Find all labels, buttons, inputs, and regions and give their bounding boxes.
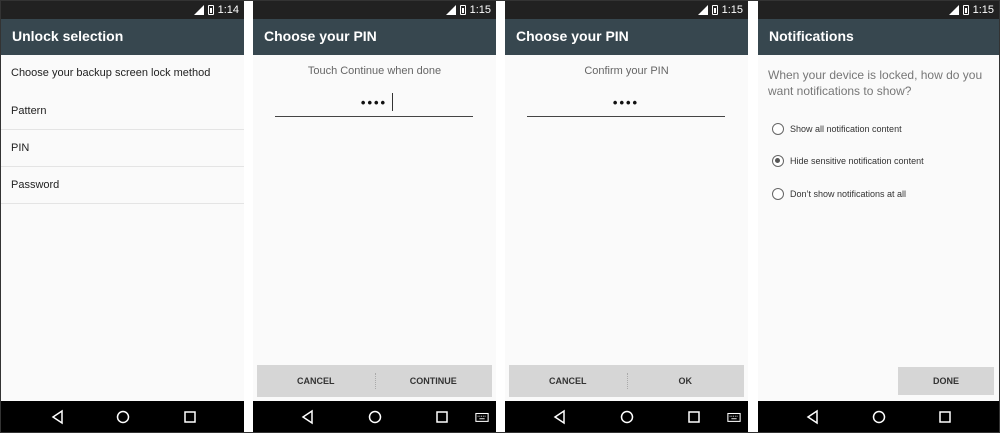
pin-hint: Touch Continue when done [307, 65, 442, 77]
app-bar: Notifications [758, 19, 999, 55]
status-bar: 1:14 [1, 1, 244, 19]
battery-icon [962, 5, 969, 15]
app-bar: Choose your PIN [505, 19, 748, 55]
page-title: Choose your PIN [264, 28, 377, 44]
phone-screen-notifications: 1:15 Notifications When your device is l… [758, 1, 999, 432]
content-area: When your device is locked, how do you w… [758, 55, 999, 401]
nav-home-icon[interactable] [619, 409, 635, 425]
pin-input[interactable]: •••• [527, 87, 725, 117]
signal-icon [697, 5, 708, 15]
signal-icon [193, 5, 204, 15]
content-area: Choose your backup screen lock method Pa… [1, 55, 244, 401]
list-item-label: PIN [11, 142, 30, 154]
list-item-label: Pattern [11, 105, 47, 117]
page-title: Notifications [769, 28, 854, 44]
cancel-button[interactable]: CANCEL [257, 365, 375, 397]
status-time: 1:14 [217, 4, 239, 16]
ok-button[interactable]: OK [627, 365, 745, 397]
pin-dots: •••• [360, 95, 388, 110]
list-item-label: Password [11, 179, 60, 191]
keyboard-icon[interactable] [727, 409, 741, 425]
phone-screen-confirm-pin: 1:15 Choose your PIN Confirm your PIN ••… [505, 1, 748, 432]
battery-icon [207, 5, 214, 15]
navigation-bar [1, 401, 244, 432]
page-title: Choose your PIN [516, 28, 629, 44]
button-bar: CANCEL CONTINUE [257, 365, 492, 397]
page-title: Unlock selection [12, 28, 124, 44]
status-bar: 1:15 [253, 1, 496, 19]
app-bar: Choose your PIN [253, 19, 496, 55]
navigation-bar [253, 401, 496, 432]
done-button[interactable]: DONE [898, 367, 994, 395]
radio-label: Don’t show notifications at all [790, 189, 907, 199]
radio-button[interactable] [772, 123, 784, 135]
signal-icon [445, 5, 456, 15]
screenshot-frame: 1:14 Unlock selection Choose your backup… [0, 0, 1000, 433]
text-caret [392, 93, 393, 111]
radio-label: Hide sensitive notification content [790, 156, 924, 166]
radio-button[interactable] [772, 188, 784, 200]
nav-back-icon[interactable] [552, 409, 568, 425]
content-area: Touch Continue when done •••• [253, 55, 496, 401]
nav-home-icon[interactable] [367, 409, 383, 425]
status-time: 1:15 [972, 4, 994, 16]
status-time: 1:15 [721, 4, 743, 16]
pin-input[interactable]: •••• [275, 87, 473, 117]
continue-button[interactable]: CONTINUE [375, 365, 493, 397]
status-bar: 1:15 [758, 1, 999, 19]
nav-home-icon[interactable] [115, 409, 131, 425]
radio-label: Show all notification content [790, 124, 902, 134]
keyboard-icon[interactable] [475, 409, 489, 425]
list-subtitle: Choose your backup screen lock method [11, 67, 211, 79]
phone-screen-choose-pin: 1:15 Choose your PIN Touch Continue when… [253, 1, 496, 432]
cancel-button[interactable]: CANCEL [509, 365, 627, 397]
button-bar: CANCEL OK [509, 365, 744, 397]
nav-recents-icon[interactable] [686, 409, 702, 425]
navigation-bar [758, 401, 999, 432]
list-item-password[interactable]: Password [1, 167, 244, 204]
pin-dots: •••• [612, 95, 640, 110]
list-header: Choose your backup screen lock method [1, 55, 244, 92]
battery-icon [459, 5, 466, 15]
app-bar: Unlock selection [1, 19, 244, 55]
nav-recents-icon[interactable] [434, 409, 450, 425]
list-item-pin[interactable]: PIN [1, 130, 244, 167]
nav-recents-icon[interactable] [937, 409, 953, 425]
list-item-pattern[interactable]: Pattern [1, 93, 244, 130]
radio-button-selected[interactable] [772, 155, 784, 167]
phone-screen-unlock-selection: 1:14 Unlock selection Choose your backup… [1, 1, 244, 432]
status-bar: 1:15 [505, 1, 748, 19]
signal-icon [948, 5, 959, 15]
status-time: 1:15 [469, 4, 491, 16]
notification-question: When your device is locked, how do you w… [768, 68, 983, 98]
nav-home-icon[interactable] [871, 409, 887, 425]
pin-hint: Confirm your PIN [584, 65, 669, 77]
battery-icon [711, 5, 718, 15]
navigation-bar [505, 401, 748, 432]
nav-back-icon[interactable] [50, 409, 66, 425]
nav-recents-icon[interactable] [182, 409, 198, 425]
nav-back-icon[interactable] [805, 409, 821, 425]
nav-back-icon[interactable] [300, 409, 316, 425]
content-area: Confirm your PIN •••• [505, 55, 748, 401]
